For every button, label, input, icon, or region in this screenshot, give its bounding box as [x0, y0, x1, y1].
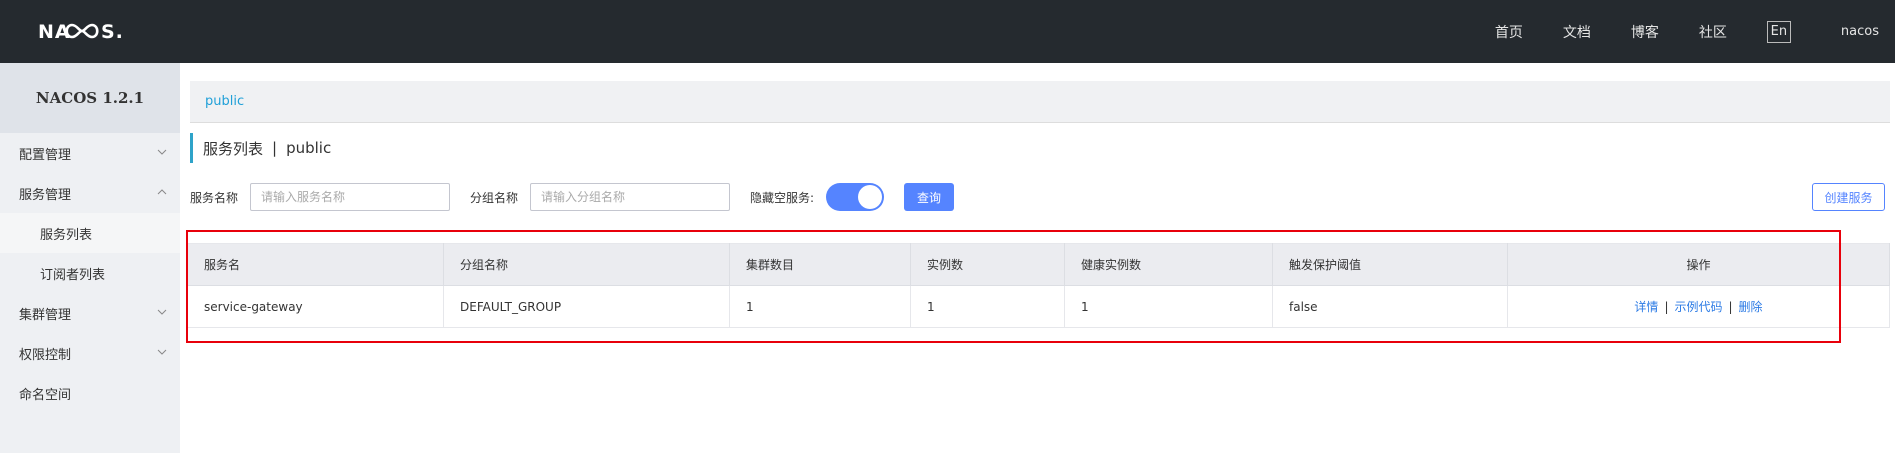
filter-bar: 服务名称 分组名称 隐藏空服务: 查询 创建服务: [190, 183, 1890, 211]
sidebar-title: NACOS 1.2.1: [0, 63, 180, 133]
op-separator: |: [1664, 300, 1669, 314]
cell-instance-count: 1: [910, 285, 1065, 328]
page-title: 服务列表 | public: [190, 133, 331, 163]
toggle-knob: [858, 185, 882, 209]
sidebar-item-label: 权限控制: [19, 347, 72, 363]
sidebar-item-service-management[interactable]: 服务管理: [0, 173, 180, 213]
svg-text:S.: S.: [101, 21, 124, 43]
hide-empty-label: 隐藏空服务:: [750, 191, 815, 205]
namespace-link[interactable]: public: [205, 94, 244, 109]
delete-link[interactable]: 删除: [1739, 300, 1763, 314]
page-title-text: 服务列表: [203, 139, 264, 158]
query-button[interactable]: 查询: [904, 183, 954, 211]
column-header-service: 服务名: [187, 243, 444, 286]
sidebar-item-subscriber-list[interactable]: 订阅者列表: [0, 253, 180, 293]
table-header-row: 服务名 分组名称 集群数目 实例数 健康实例数 触发保护阈值 操作: [187, 243, 1890, 286]
column-header-group: 分组名称: [443, 243, 730, 286]
cell-group-name: DEFAULT_GROUP: [443, 285, 730, 328]
sidebar-item-access-control[interactable]: 权限控制: [0, 333, 180, 373]
nav-docs-link[interactable]: 文档: [1563, 22, 1591, 42]
cell-cluster-count: 1: [729, 285, 911, 328]
table-row: service-gateway DEFAULT_GROUP 1 1 1 fals…: [187, 285, 1890, 328]
sidebar-item-label: 服务管理: [19, 187, 72, 203]
top-bar: NA S. 首页 文档 博客 社区 En nacos: [0, 0, 1895, 63]
column-header-healthy: 健康实例数: [1064, 243, 1273, 286]
service-name-input[interactable]: [250, 183, 450, 211]
main-content: public 服务列表 | public 服务名称 分组名称 隐藏空服务: 查询…: [180, 63, 1895, 453]
sidebar-item-label: 配置管理: [19, 147, 72, 163]
sample-code-link[interactable]: 示例代码: [1674, 300, 1722, 314]
language-switch-button[interactable]: En: [1766, 20, 1791, 43]
group-name-label: 分组名称: [470, 191, 519, 205]
details-link[interactable]: 详情: [1634, 300, 1658, 314]
column-header-clusters: 集群数目: [729, 243, 911, 286]
column-header-instances: 实例数: [910, 243, 1065, 286]
group-name-input[interactable]: [530, 183, 730, 211]
nacos-logo-icon: NA S.: [38, 21, 124, 43]
column-header-operations: 操作: [1507, 243, 1890, 286]
chevron-down-icon: [157, 149, 167, 155]
column-header-protect-threshold: 触发保护阈值: [1272, 243, 1508, 286]
chevron-down-icon: [157, 309, 167, 315]
service-table: 服务名 分组名称 集群数目 实例数 健康实例数 触发保护阈值 操作 servic…: [187, 243, 1890, 328]
nav-community-link[interactable]: 社区: [1699, 22, 1727, 42]
cell-operations: 详情 | 示例代码 | 删除: [1507, 285, 1890, 328]
sidebar-item-cluster-management[interactable]: 集群管理: [0, 293, 180, 333]
sidebar-item-label: 集群管理: [19, 307, 72, 323]
sidebar: NACOS 1.2.1 配置管理 服务管理 服务列表 订阅者列表 集群管理 权限…: [0, 63, 180, 453]
namespace-bar: public: [190, 81, 1890, 123]
service-name-label: 服务名称: [190, 191, 239, 205]
hide-empty-toggle[interactable]: [826, 183, 884, 211]
sidebar-item-label: 命名空间: [19, 387, 72, 403]
nacos-logo[interactable]: NA S.: [38, 16, 138, 46]
user-name[interactable]: nacos: [1841, 24, 1879, 39]
sidebar-item-label: 服务列表: [40, 227, 93, 243]
sidebar-item-namespace[interactable]: 命名空间: [0, 373, 180, 413]
nav-home-link[interactable]: 首页: [1495, 22, 1523, 42]
op-separator: |: [1728, 300, 1733, 314]
chevron-up-icon: [157, 189, 167, 195]
chevron-down-icon: [157, 349, 167, 355]
sidebar-item-label: 订阅者列表: [40, 267, 106, 283]
top-nav: 首页 文档 博客 社区 En nacos: [1495, 0, 1895, 63]
sidebar-item-config-management[interactable]: 配置管理: [0, 133, 180, 173]
create-service-button[interactable]: 创建服务: [1812, 183, 1885, 211]
cell-service-name: service-gateway: [187, 285, 444, 328]
nav-blog-link[interactable]: 博客: [1631, 22, 1659, 42]
sidebar-item-service-list[interactable]: 服务列表: [0, 213, 180, 253]
page-title-namespace: public: [286, 139, 332, 157]
page-title-separator: |: [272, 139, 278, 157]
cell-healthy-count: 1: [1064, 285, 1273, 328]
cell-protect-threshold: false: [1272, 285, 1508, 328]
